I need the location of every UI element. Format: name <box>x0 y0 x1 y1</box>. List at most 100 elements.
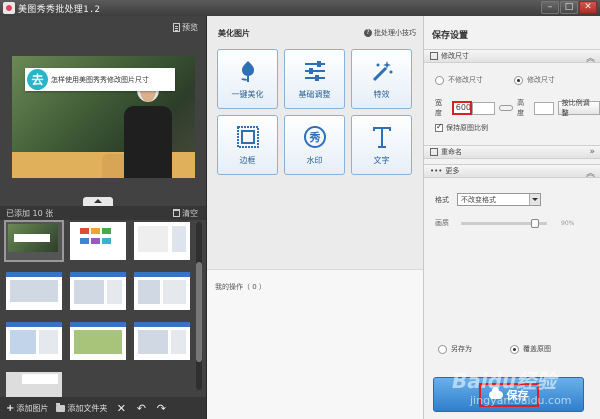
preview-link[interactable]: 预览 <box>173 22 198 33</box>
save-as-option[interactable]: 另存为 <box>438 344 472 354</box>
save-button-inner: 保存 <box>478 382 539 407</box>
close-button[interactable]: ✕ <box>579 1 597 14</box>
radio-save-as[interactable] <box>438 344 447 354</box>
thumbnail-scrollbar[interactable] <box>196 222 202 390</box>
keep-ratio-checkbox[interactable] <box>435 122 443 132</box>
no-resize-option[interactable]: 不修改尺寸 <box>435 75 483 85</box>
thumbnail[interactable] <box>6 322 62 360</box>
title-bar: 美图秀秀批处理1.2 – □ ✕ <box>0 0 600 16</box>
border-button[interactable]: 边框 <box>217 115 278 175</box>
preview-banner: 去 怎样使用美图秀秀修改图片尺寸 <box>25 68 175 91</box>
rename-icon <box>430 148 438 156</box>
radio-resize[interactable] <box>514 75 523 85</box>
chevron-up-icon: ︽ <box>585 169 595 179</box>
overwrite-label: 覆盖原图 <box>523 345 551 353</box>
thumbnail[interactable] <box>70 322 126 360</box>
save-mode-options: 另存为 覆盖原图 <box>438 344 551 354</box>
left-footer: + 添加图片 添加文件夹 ✕ ↶ ↷ <box>0 397 206 419</box>
clear-button[interactable]: 清空 <box>173 208 198 219</box>
height-input[interactable] <box>533 101 554 115</box>
resize-section-header[interactable]: 修改尺寸 ︽ <box>424 49 600 64</box>
more-section-label: 更多 <box>445 167 460 175</box>
keep-ratio-option[interactable]: 保持原图比例 <box>435 122 488 133</box>
frame-icon <box>235 124 261 150</box>
size-fields: 宽度 600 高度 按比例调整 <box>435 98 600 118</box>
delete-icon[interactable]: ✕ <box>115 402 127 415</box>
text-button[interactable]: 文字 <box>351 115 412 175</box>
undo-icon[interactable]: ↶ <box>135 402 147 415</box>
window-title: 美图秀秀批处理1.2 <box>18 4 101 15</box>
thumbnail-header: 已添加 10 张 清空 <box>0 206 206 220</box>
save-button[interactable]: 保存 <box>433 377 584 412</box>
preview-label: 预览 <box>182 23 198 32</box>
resize-option[interactable]: 修改尺寸 <box>514 75 555 85</box>
redo-icon[interactable]: ↷ <box>155 402 167 415</box>
keep-ratio-label: 保持原图比例 <box>446 124 488 132</box>
effect-label: 文字 <box>373 156 390 165</box>
watermark-button[interactable]: 秀 水印 <box>284 115 345 175</box>
chevron-up-icon: ︽ <box>585 54 595 64</box>
thumbnail[interactable] <box>6 272 62 310</box>
thumbnail[interactable] <box>134 222 190 260</box>
banner-logo: 去 <box>27 69 48 90</box>
thumbnail[interactable] <box>70 222 126 260</box>
minimize-button[interactable]: – <box>541 1 559 14</box>
thumbnail[interactable] <box>134 322 190 360</box>
chevron-down-icon <box>529 194 540 205</box>
thumbnail-grid <box>4 220 192 410</box>
more-section-header[interactable]: ••• 更多 ︽ <box>424 164 600 179</box>
link-icon[interactable] <box>499 105 514 111</box>
my-operations: 我的操作（ 0 ） <box>207 269 424 419</box>
ratio-adjust-button[interactable]: 按比例调整 <box>557 99 600 117</box>
save-as-label: 另存为 <box>451 345 472 353</box>
width-input-ext[interactable] <box>471 101 496 115</box>
thumbnail[interactable] <box>134 272 190 310</box>
sliders-icon <box>302 58 328 84</box>
question-icon: ? <box>364 29 372 37</box>
quality-row: 画质 90% <box>435 218 595 228</box>
slider-handle[interactable] <box>531 218 540 228</box>
format-select[interactable]: 不改变格式 <box>457 193 541 206</box>
more-dots-icon: ••• <box>430 167 443 175</box>
cloud-icon <box>488 386 503 399</box>
preview-icon <box>173 23 180 32</box>
effect-label: 水印 <box>306 156 323 165</box>
left-panel: 预览 去 怎样使用美图秀秀修改图片尺寸 已添加 10 张 清空 + 添加图片 添… <box>0 16 206 419</box>
ops-label: 我的操作（ 0 ） <box>215 283 266 291</box>
width-input[interactable]: 600 <box>451 101 472 115</box>
clear-label: 清空 <box>182 208 198 218</box>
format-row: 格式 不改变格式 <box>435 193 541 206</box>
tips-label: 批处理小技巧 <box>374 29 416 37</box>
thumbnail[interactable] <box>70 272 126 310</box>
collapse-toggle[interactable] <box>83 197 113 206</box>
middle-panel: 美化图片 ? 批处理小技巧 一键美化 基础调整 特效 边框 秀 水印 文字 我的… <box>206 16 424 419</box>
height-label: 高度 <box>517 99 525 117</box>
tulip-icon <box>235 58 261 84</box>
plus-icon: + <box>6 402 15 414</box>
added-count: 已添加 10 张 <box>6 208 54 218</box>
radio-overwrite[interactable] <box>510 344 519 354</box>
overwrite-option[interactable]: 覆盖原图 <box>510 344 551 354</box>
rename-section-header[interactable]: 重命名 » <box>424 145 600 159</box>
quality-slider[interactable] <box>461 218 547 228</box>
banner-text: 怎样使用美图秀秀修改图片尺寸 <box>51 75 149 84</box>
tips-link[interactable]: ? 批处理小技巧 <box>364 28 416 38</box>
special-effects-button[interactable]: 特效 <box>351 49 412 109</box>
basic-adjust-button[interactable]: 基础调整 <box>284 49 345 109</box>
format-value: 不改变格式 <box>461 195 496 204</box>
quality-label: 画质 <box>435 219 449 227</box>
thumbnail[interactable] <box>4 220 64 262</box>
width-label: 宽度 <box>435 99 442 117</box>
window-controls: – □ ✕ <box>541 1 597 14</box>
beautify-section: 美化图片 ? 批处理小技巧 一键美化 基础调整 特效 边框 秀 水印 文字 <box>207 16 424 269</box>
add-image-button[interactable]: + 添加图片 <box>6 403 48 414</box>
radio-no-resize[interactable] <box>435 75 444 85</box>
add-folder-button[interactable]: 添加文件夹 <box>56 402 107 414</box>
app-icon <box>3 2 15 14</box>
maximize-button[interactable]: □ <box>560 1 578 14</box>
effect-label: 一键美化 <box>231 90 264 99</box>
effect-label: 边框 <box>239 156 256 165</box>
one-click-beautify-button[interactable]: 一键美化 <box>217 49 278 109</box>
chevron-right-icon: » <box>589 147 595 157</box>
beautify-title: 美化图片 <box>218 29 250 38</box>
